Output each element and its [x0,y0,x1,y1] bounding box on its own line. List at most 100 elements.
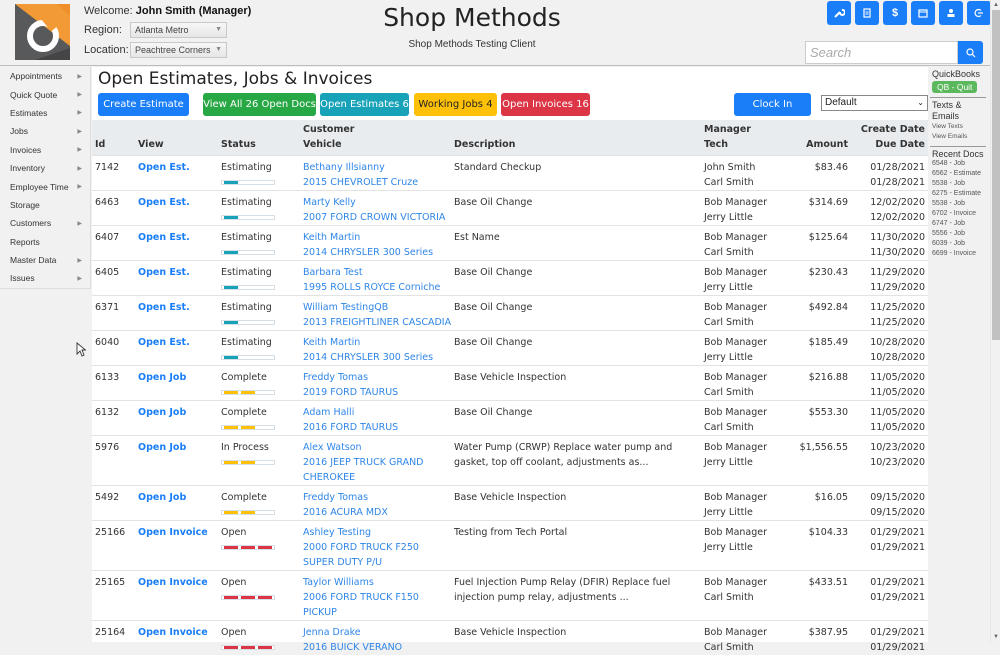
customer-link[interactable]: Keith Martin [303,335,453,350]
open-doc-link[interactable]: Open Est. [138,160,190,175]
create-estimate-button[interactable]: Create Estimate [98,93,189,116]
sidebar-item-reports[interactable]: Reports [0,233,90,251]
page-scrollbar[interactable]: ▲ ▼ [990,0,1000,642]
search-input[interactable]: Search [805,41,958,64]
working-jobs-button[interactable]: Working Jobs 4 [414,93,497,116]
progress-segment [241,546,255,549]
col-due-date[interactable]: Due Date [875,138,925,152]
recent-doc-link[interactable]: 6702 - Invoice [932,209,988,219]
vehicle-link[interactable]: 1995 ROLLS ROYCE Corniche [303,280,453,295]
open-doc-link[interactable]: Open Job [138,370,186,385]
customer-link[interactable]: Bethany Illsianny [303,160,453,175]
logout-button[interactable] [967,1,991,25]
vehicle-link[interactable]: 2013 FREIGHTLINER CASCADIA [303,315,453,330]
sidebar-item-estimates[interactable]: Estimates ▶ [0,104,90,122]
billing-button[interactable]: $ [883,1,907,25]
sidebar-item-master-data[interactable]: Master Data ▶ [0,251,90,269]
customer-link[interactable]: Jenna Drake [303,625,453,640]
recent-doc-link[interactable]: 6562 - Estimate [932,169,988,179]
recent-doc-link[interactable]: 5556 - Job [932,229,988,239]
col-tech[interactable]: Tech [704,138,728,152]
sidebar-item-inventory[interactable]: Inventory ▶ [0,159,90,177]
open-doc-link[interactable]: Open Est. [138,335,190,350]
recent-doc-link[interactable]: 6548 - Job [932,159,988,169]
customer-link[interactable]: Freddy Tomas [303,490,453,505]
vehicle-link[interactable]: 2019 FORD TAURUS [303,385,453,400]
col-customer[interactable]: Customer [303,123,355,137]
vehicle-link[interactable]: 2016 JEEP TRUCK GRAND CHEROKEE [303,455,453,485]
qb-quit-button[interactable]: QB - Quit [932,81,978,93]
customer-link[interactable]: William TestingQB [303,300,453,315]
open-doc-link[interactable]: Open Est. [138,300,190,315]
recent-doc-link[interactable]: 6275 - Estimate [932,189,988,199]
col-create-date[interactable]: Create Date [861,123,925,137]
sidebar-item-appointments[interactable]: Appointments ▶ [0,67,90,85]
vehicle-link[interactable]: 2016 FORD TAURUS [303,420,453,435]
customer-link[interactable]: Barbara Test [303,265,453,280]
table-row: 6132 Open Job Complete Adam Halli 2016 F… [92,400,928,435]
sidebar-item-storage[interactable]: Storage [0,196,90,214]
vehicle-link[interactable]: 2016 ACURA MDX [303,505,453,520]
sidebar-item-jobs[interactable]: Jobs ▶ [0,122,90,140]
clock-in-button[interactable]: Clock In [734,93,811,116]
open-doc-link[interactable]: Open Est. [138,230,190,245]
recent-doc-link[interactable]: 6699 - Invoice [932,249,988,259]
recent-doc-link[interactable]: 6039 - Job [932,239,988,249]
open-doc-link[interactable]: Open Job [138,405,186,420]
sidebar-item-employee-time[interactable]: Employee Time ▶ [0,177,90,195]
calendar-button[interactable] [911,1,935,25]
vehicle-link[interactable]: 2016 BUICK VERANO [303,640,453,655]
sidebar-item-quick-quote[interactable]: Quick Quote ▶ [0,85,90,103]
open-doc-link[interactable]: Open Est. [138,265,190,280]
col-status[interactable]: Status [221,138,256,152]
profile-button[interactable] [939,1,963,25]
scroll-down-icon[interactable]: ▼ [993,634,999,640]
open-doc-link[interactable]: Open Job [138,440,186,455]
scroll-up-icon[interactable]: ▲ [993,2,999,8]
recent-doc-link[interactable]: 6747 - Job [932,219,988,229]
col-vehicle[interactable]: Vehicle [303,138,342,152]
clipboard-button[interactable] [855,1,879,25]
sidebar-item-invoices[interactable]: Invoices ▶ [0,141,90,159]
view-emails-link[interactable]: View Emails [932,132,988,142]
col-view[interactable]: View [138,138,164,152]
open-doc-link[interactable]: Open Job [138,490,186,505]
region-select[interactable]: Atlanta Metro ▼ [130,21,227,38]
col-manager[interactable]: Manager [704,123,751,137]
col-amount[interactable]: Amount [806,138,848,152]
vehicle-link[interactable]: 2014 CHRYSLER 300 Series [303,350,453,365]
customer-link[interactable]: Marty Kelly [303,195,453,210]
sidebar-item-customers[interactable]: Customers ▶ [0,214,90,232]
vehicle-link[interactable]: 2014 CHRYSLER 300 Series [303,245,453,260]
tech-name: Jerry Little [704,212,753,223]
scrollbar-thumb[interactable] [992,10,1000,340]
tools-button[interactable] [827,1,851,25]
customer-link[interactable]: Taylor Williams [303,575,453,590]
view-texts-link[interactable]: View Texts [932,122,988,132]
open-doc-link[interactable]: Open Invoice [138,525,208,540]
recent-doc-link[interactable]: 5538 - Job [932,179,988,189]
recent-doc-link[interactable]: 5538 - Job [932,199,988,209]
location-select[interactable]: Peachtree Corners ▼ [130,41,227,58]
col-description[interactable]: Description [454,138,515,152]
open-doc-link[interactable]: Open Invoice [138,575,208,590]
open-doc-link[interactable]: Open Est. [138,195,190,210]
open-doc-link[interactable]: Open Invoice [138,625,208,640]
vehicle-link[interactable]: 2006 FORD TRUCK F150 PICKUP [303,590,453,620]
sidebar-item-issues[interactable]: Issues ▶ [0,269,90,287]
view-all-open-docs-button[interactable]: View All 26 Open Docs [203,93,316,116]
vehicle-link[interactable]: 2007 FORD CROWN VICTORIA [303,210,453,225]
view-filter-select[interactable]: Default ⌄ [821,95,928,111]
shop-methods-logo[interactable] [15,4,70,60]
open-estimates-button[interactable]: Open Estimates 6 [320,93,409,116]
open-invoices-button[interactable]: Open Invoices 16 [501,93,590,116]
col-id[interactable]: Id [95,138,105,152]
customer-link[interactable]: Freddy Tomas [303,370,453,385]
customer-link[interactable]: Ashley Testing [303,525,453,540]
customer-link[interactable]: Alex Watson [303,440,453,455]
search-button[interactable] [958,41,983,64]
vehicle-link[interactable]: 2015 CHEVROLET Cruze [303,175,453,190]
customer-link[interactable]: Adam Halli [303,405,453,420]
vehicle-link[interactable]: 2000 FORD TRUCK F250 SUPER DUTY P/U [303,540,453,570]
customer-link[interactable]: Keith Martin [303,230,453,245]
